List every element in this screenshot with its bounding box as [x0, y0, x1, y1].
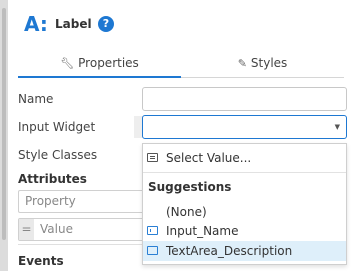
left-scrollbar[interactable]	[0, 0, 8, 271]
attribute-value-input[interactable]: = Value	[18, 218, 148, 241]
events-section-title: Events	[18, 254, 64, 268]
suggestion-label: TextArea_Description	[166, 244, 293, 258]
attributes-section-title: Attributes	[18, 172, 87, 186]
input-widget-label: Input Widget	[18, 120, 96, 134]
chevron-down-icon[interactable]: ▼	[335, 123, 340, 131]
dropdown-separator	[143, 172, 346, 173]
suggestion-input-name[interactable]: Input_Name	[143, 221, 346, 241]
wrench-icon: 🔧︎	[60, 57, 75, 70]
select-value-label: Select Value...	[166, 151, 252, 165]
attribute-value-placeholder: Value	[40, 222, 73, 236]
input-widget-dropdown: Select Value... Suggestions (None) Input…	[142, 143, 347, 265]
suggestions-header: Suggestions	[148, 180, 232, 194]
attributes-divider	[18, 244, 148, 245]
style-classes-label: Style Classes	[18, 148, 98, 162]
select-value-option[interactable]: Select Value...	[143, 148, 346, 168]
suggestion-label: (None)	[166, 205, 207, 219]
name-input[interactable]	[142, 87, 347, 111]
active-tab-indicator	[18, 76, 181, 78]
name-label: Name	[18, 92, 54, 106]
tab-styles[interactable]: ✎ Styles	[181, 52, 344, 76]
input-field-icon	[147, 226, 158, 235]
input-widget-select[interactable]: ▼	[142, 115, 347, 139]
panel-tabs: 🔧︎ Properties ✎ Styles	[18, 52, 344, 78]
suggestion-label: Input_Name	[166, 224, 239, 238]
tab-properties[interactable]: 🔧︎ Properties	[18, 52, 181, 76]
widget-title: Label	[55, 17, 92, 31]
textarea-icon	[147, 246, 158, 255]
attribute-property-input[interactable]: Property	[18, 190, 148, 213]
help-icon[interactable]: ?	[98, 16, 114, 32]
properties-panel: A: Label ? 🔧︎ Properties ✎ Styles Name Inp…	[8, 0, 352, 271]
suggestion-textarea-description[interactable]: TextArea_Description	[143, 241, 346, 261]
select-list-icon	[147, 153, 158, 162]
panel-header: A: Label ?	[8, 0, 352, 50]
suggestion-none[interactable]: (None)	[143, 202, 346, 222]
equals-prefix: =	[19, 219, 34, 240]
tab-styles-label: Styles	[250, 56, 288, 70]
tab-properties-label: Properties	[78, 56, 139, 70]
label-widget-icon: A:	[24, 12, 48, 36]
brush-icon: ✎	[237, 57, 247, 70]
